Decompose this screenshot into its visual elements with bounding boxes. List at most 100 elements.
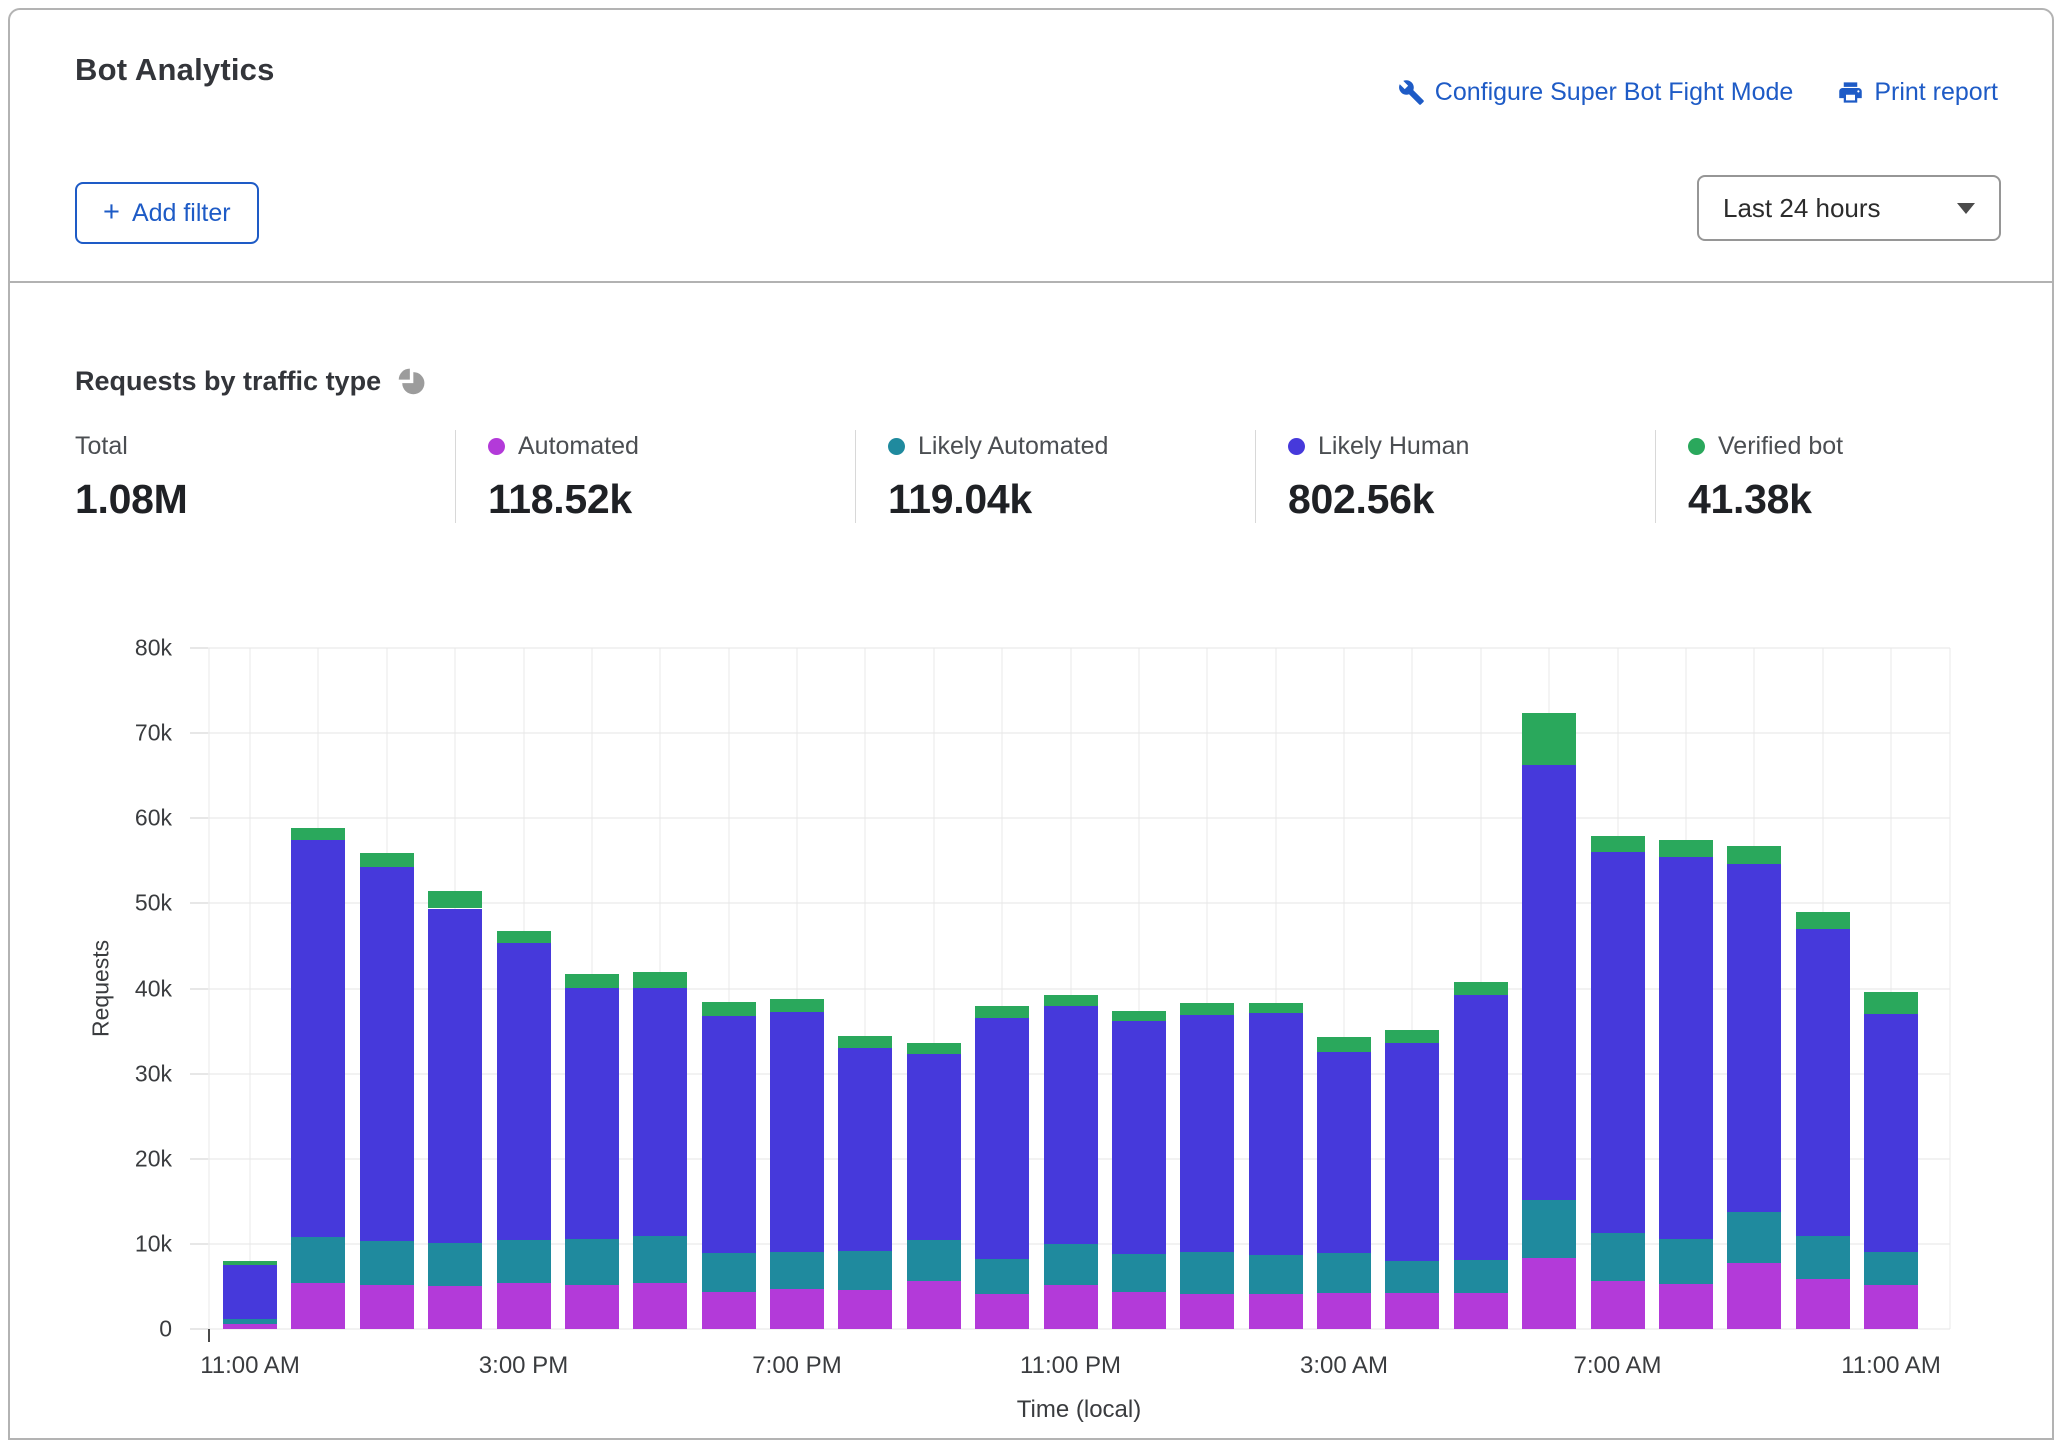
y-axis-tick-label: 50k — [135, 890, 172, 917]
stat-likely-human[interactable]: Likely Human 802.56k — [1255, 430, 1655, 523]
stat-likely-human-label: Likely Human — [1318, 432, 1469, 461]
bar-19-6-00-am[interactable] — [1522, 648, 1576, 1329]
y-axis-tick-label: 30k — [135, 1060, 172, 1087]
bar-segment-likely-human — [1249, 1013, 1303, 1255]
bar-segment-automated — [633, 1283, 687, 1329]
bar-5-4-00-pm[interactable] — [565, 648, 619, 1329]
bar-16-3-00-am[interactable] — [1317, 648, 1371, 1329]
bar-segment-likely-human — [838, 1048, 892, 1251]
bar-15-2-00-am[interactable] — [1249, 648, 1303, 1329]
x-axis-tick-label: 7:00 AM — [1573, 1352, 1661, 1380]
y-axis-tickmark — [190, 903, 208, 904]
bar-segment-automated — [1249, 1294, 1303, 1329]
bar-segment-likely-automated — [975, 1259, 1029, 1294]
y-axis-tickmark — [190, 1329, 208, 1330]
print-report-link[interactable]: Print report — [1837, 78, 1998, 107]
bar-11-10-00-pm[interactable] — [975, 648, 1029, 1329]
bar-21-8-00-am[interactable] — [1659, 648, 1713, 1329]
bar-segment-verified-bot — [223, 1261, 277, 1265]
bar-6-5-00-pm[interactable] — [633, 648, 687, 1329]
bar-segment-likely-human — [907, 1054, 961, 1240]
bar-22-9-00-am[interactable] — [1727, 648, 1781, 1329]
bar-24-11-00-am[interactable] — [1864, 648, 1918, 1329]
bar-segment-likely-automated — [1454, 1260, 1508, 1293]
bar-segment-verified-bot — [497, 931, 551, 944]
bar-segment-verified-bot — [633, 972, 687, 987]
x-axis-tick-label: 3:00 AM — [1300, 1352, 1388, 1380]
bar-segment-likely-automated — [1180, 1252, 1234, 1294]
bar-10-9-00-pm[interactable] — [907, 648, 961, 1329]
bar-segment-likely-automated — [360, 1241, 414, 1284]
legend-dot-likely-human — [1288, 438, 1305, 455]
bar-segment-likely-human — [1864, 1014, 1918, 1251]
bar-segment-verified-bot — [907, 1043, 961, 1054]
bar-segment-likely-human — [223, 1265, 277, 1319]
bar-segment-likely-human — [1044, 1006, 1098, 1243]
x-axis-tick-label: 11:00 AM — [1841, 1352, 1941, 1380]
x-axis-title: Time (local) — [208, 1396, 1950, 1424]
bar-segment-verified-bot — [428, 891, 482, 908]
stat-likely-automated[interactable]: Likely Automated 119.04k — [855, 430, 1255, 523]
bar-segment-likely-human — [1385, 1043, 1439, 1261]
bar-segment-automated — [1727, 1263, 1781, 1329]
bar-2-1-00-pm[interactable] — [360, 648, 414, 1329]
bar-segment-likely-automated — [223, 1319, 277, 1324]
bar-segment-verified-bot — [1044, 995, 1098, 1006]
bar-segment-likely-human — [360, 867, 414, 1242]
y-axis-labels: 010k20k30k40k50k60k70k80k — [10, 648, 208, 1329]
configure-super-bot-fight-mode-link[interactable]: Configure Super Bot Fight Mode — [1398, 78, 1794, 107]
bar-segment-likely-automated — [565, 1239, 619, 1285]
bar-segment-automated — [702, 1292, 756, 1329]
bar-23-10-00-am[interactable] — [1796, 648, 1850, 1329]
bar-segment-verified-bot — [1796, 912, 1850, 929]
bar-8-7-00-pm[interactable] — [770, 648, 824, 1329]
stat-total-label: Total — [75, 432, 128, 461]
bar-9-8-00-pm[interactable] — [838, 648, 892, 1329]
chart-plot — [208, 648, 1950, 1329]
bar-13-12-00-am[interactable] — [1112, 648, 1166, 1329]
bar-segment-likely-human — [1796, 929, 1850, 1236]
bar-18-5-00-am[interactable] — [1454, 648, 1508, 1329]
bar-segment-likely-human — [565, 988, 619, 1239]
bar-segment-automated — [975, 1294, 1029, 1329]
bar-segment-likely-human — [633, 988, 687, 1237]
bar-segment-automated — [360, 1285, 414, 1329]
bar-segment-verified-bot — [975, 1006, 1029, 1018]
stat-likely-automated-label: Likely Automated — [918, 432, 1108, 461]
bar-4-3-00-pm[interactable] — [497, 648, 551, 1329]
configure-link-label: Configure Super Bot Fight Mode — [1435, 78, 1794, 107]
bar-segment-likely-automated — [1317, 1253, 1371, 1293]
bar-segment-verified-bot — [291, 828, 345, 840]
bar-1-12-00-pm[interactable] — [291, 648, 345, 1329]
add-filter-button[interactable]: + Add filter — [75, 182, 259, 244]
bar-12-11-00-pm[interactable] — [1044, 648, 1098, 1329]
stat-verified-bot-value: 41.38k — [1688, 476, 2025, 523]
bar-segment-automated — [1591, 1281, 1645, 1329]
header-links: Configure Super Bot Fight Mode Print rep… — [1398, 78, 1998, 107]
bar-segment-automated — [1044, 1285, 1098, 1329]
bar-0-11-00-am[interactable] — [223, 648, 277, 1329]
bar-20-7-00-am[interactable] — [1591, 648, 1645, 1329]
bar-3-2-00-pm[interactable] — [428, 648, 482, 1329]
pie-chart-icon[interactable] — [397, 368, 425, 396]
bar-14-1-00-am[interactable] — [1180, 648, 1234, 1329]
stat-verified-bot[interactable]: Verified bot 41.38k — [1655, 430, 2025, 523]
x-axis-tick-label: 11:00 AM — [200, 1352, 300, 1380]
bar-segment-automated — [497, 1283, 551, 1329]
bar-segment-likely-automated — [1796, 1236, 1850, 1279]
bar-segment-automated — [1659, 1284, 1713, 1329]
bar-segment-automated — [1112, 1292, 1166, 1329]
bar-segment-likely-human — [1454, 995, 1508, 1260]
bar-segment-likely-human — [291, 840, 345, 1238]
bar-7-6-00-pm[interactable] — [702, 648, 756, 1329]
time-range-dropdown[interactable]: Last 24 hours — [1697, 175, 2001, 241]
y-axis-tickmark — [190, 988, 208, 989]
stat-likely-automated-value: 119.04k — [888, 476, 1255, 523]
stats-row: Total 1.08M Automated 118.52k Likely Aut… — [75, 430, 2025, 523]
bot-analytics-card: Bot Analytics Configure Super Bot Fight … — [8, 8, 2054, 1440]
legend-dot-likely-automated — [888, 438, 905, 455]
stat-automated[interactable]: Automated 118.52k — [455, 430, 855, 523]
bar-segment-likely-automated — [633, 1236, 687, 1283]
bar-17-4-00-am[interactable] — [1385, 648, 1439, 1329]
bar-segment-likely-automated — [1249, 1255, 1303, 1294]
